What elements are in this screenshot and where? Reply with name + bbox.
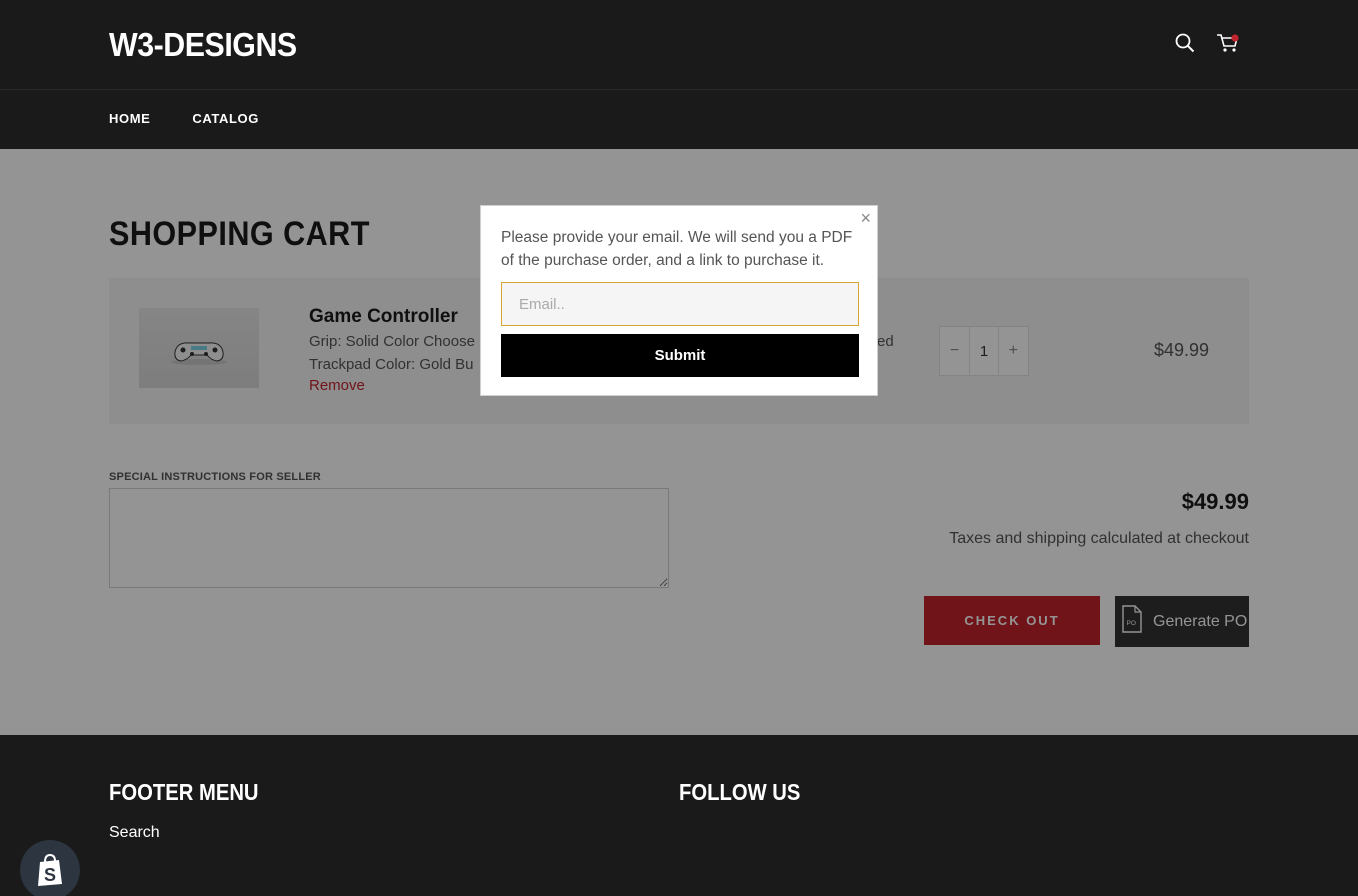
close-icon[interactable]: × <box>860 209 871 227</box>
email-input[interactable] <box>501 282 859 326</box>
site-logo[interactable]: W3-DESIGNS <box>109 26 297 64</box>
cart-icon[interactable] <box>1215 30 1241 56</box>
footer-menu-title: FOOTER MENU <box>109 779 259 805</box>
nav-item-home[interactable]: HOME <box>109 111 150 126</box>
po-email-modal: × Please provide your email. We will sen… <box>480 205 878 396</box>
shopify-bag-icon[interactable]: S <box>20 840 80 896</box>
submit-button[interactable]: Submit <box>501 334 859 377</box>
follow-us-title: FOLLOW US <box>679 779 801 805</box>
svg-text:S: S <box>44 865 56 885</box>
site-header: W3-DESIGNS HOME CATALOG <box>0 0 1358 149</box>
search-icon[interactable] <box>1172 30 1198 56</box>
modal-message: Please provide your email. We will send … <box>501 229 853 269</box>
site-footer: FOOTER MENU Search FOLLOW US <box>0 735 1358 896</box>
nav-item-catalog[interactable]: CATALOG <box>192 111 259 126</box>
header-divider <box>0 89 1358 90</box>
main-nav: HOME CATALOG <box>109 111 301 126</box>
footer-link-search[interactable]: Search <box>109 824 160 842</box>
